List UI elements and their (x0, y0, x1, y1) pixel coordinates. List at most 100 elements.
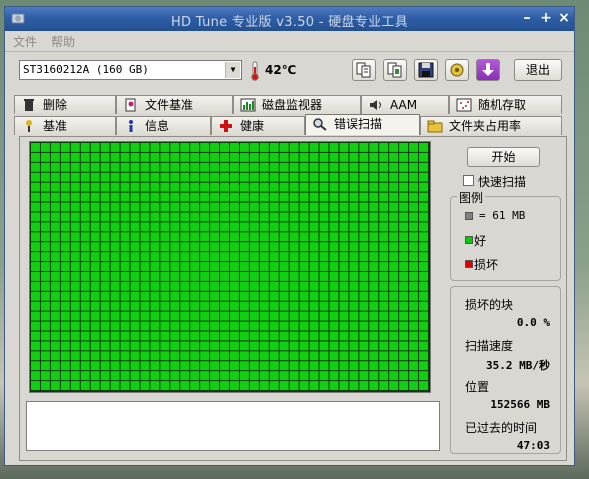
scan-block (419, 142, 429, 152)
scan-block (220, 271, 230, 281)
scan-block (249, 291, 259, 301)
download-button[interactable] (476, 59, 500, 81)
scan-block (200, 271, 210, 281)
chevron-down-icon[interactable]: ▼ (225, 62, 240, 78)
close-button[interactable]: × (556, 10, 572, 26)
scan-block (210, 291, 220, 301)
scan-block (170, 182, 180, 192)
scan-block (60, 222, 70, 232)
scan-block (309, 371, 319, 381)
scan-block (100, 371, 110, 381)
scan-block (110, 351, 120, 361)
scan-block (140, 281, 150, 291)
minimize-button[interactable]: – (519, 10, 535, 26)
scan-block (249, 271, 259, 281)
scan-block (170, 212, 180, 222)
scan-block (409, 291, 419, 301)
scan-block (200, 381, 210, 391)
tab-disk-monitor[interactable]: 磁盘监视器 (233, 95, 361, 114)
copy-text-button[interactable] (352, 59, 376, 81)
scan-block (90, 232, 100, 242)
scan-block (319, 281, 329, 291)
scan-block (130, 152, 140, 162)
scan-block (120, 281, 130, 291)
scan-block (170, 381, 180, 391)
options-button[interactable] (445, 59, 469, 81)
copy-screenshot-button[interactable] (383, 59, 407, 81)
scan-block (249, 321, 259, 331)
scan-block (249, 192, 259, 202)
tab-aam[interactable]: AAM (361, 95, 449, 114)
scan-block (269, 192, 279, 202)
drive-select[interactable]: ST3160212A (160 GB) ▼ (19, 60, 242, 80)
scan-block (399, 212, 409, 222)
scan-block (299, 321, 309, 331)
start-button[interactable]: 开始 (467, 147, 540, 167)
tab-benchmark[interactable]: 基准 (14, 116, 116, 135)
scan-block (50, 222, 60, 232)
scan-block (50, 371, 60, 381)
tab-file-benchmark[interactable]: 文件基准 (116, 95, 233, 114)
scan-block (359, 331, 369, 341)
scan-block (379, 212, 389, 222)
scan-block (80, 361, 90, 371)
tab-random-access[interactable]: 随机存取 (449, 95, 562, 114)
scan-block (160, 202, 170, 212)
scan-block (249, 252, 259, 262)
scan-block (70, 301, 80, 311)
scan-block (70, 202, 80, 212)
scan-block (399, 222, 409, 232)
scan-block (80, 172, 90, 182)
scan-block (239, 212, 249, 222)
scan-block (319, 172, 329, 182)
tab-folder-usage[interactable]: 文件夹占用率 (420, 116, 562, 135)
scan-block (140, 291, 150, 301)
scan-block (319, 222, 329, 232)
menu-file[interactable]: 文件 (13, 33, 37, 50)
scan-block (60, 311, 70, 321)
scan-block (120, 262, 130, 271)
scan-block (230, 222, 239, 232)
exit-button[interactable]: 退出 (514, 59, 562, 81)
scan-block (399, 142, 409, 152)
scan-block (349, 242, 359, 252)
menu-help[interactable]: 帮助 (51, 33, 75, 50)
scan-block (50, 202, 60, 212)
scan-block (70, 341, 80, 351)
scan-block (369, 222, 379, 232)
scan-block (130, 381, 140, 391)
scan-block (289, 281, 299, 291)
tab-health[interactable]: 健康 (211, 116, 305, 135)
damaged-blocks-label: 损坏的块 (465, 298, 514, 312)
scan-block (379, 262, 389, 271)
scan-block (389, 321, 399, 331)
scan-block (170, 341, 180, 351)
scan-block (309, 182, 319, 192)
scan-block (299, 311, 309, 321)
save-button[interactable] (414, 59, 438, 81)
scan-block (249, 182, 259, 192)
scan-block (90, 182, 100, 192)
scan-block (389, 182, 399, 192)
maximize-button[interactable]: + (538, 10, 554, 26)
scan-block (239, 162, 249, 172)
scan-block (230, 271, 239, 281)
tab-error-scan[interactable]: 错误扫描 (305, 114, 420, 135)
scan-block (30, 321, 40, 331)
scan-block (190, 321, 200, 331)
scan-block (319, 232, 329, 242)
tab-erase[interactable]: 删除 (14, 95, 116, 114)
scan-block (409, 142, 419, 152)
tab-info[interactable]: 信息 (116, 116, 211, 135)
scan-block (70, 152, 80, 162)
scan-block (60, 321, 70, 331)
scan-block (210, 331, 220, 341)
scan-block (239, 331, 249, 341)
scan-block (110, 142, 120, 152)
scan-block (170, 301, 180, 311)
scan-block (100, 222, 110, 232)
scan-block (100, 311, 110, 321)
quick-scan-checkbox[interactable] (463, 175, 474, 186)
title-bar[interactable]: HD Tune 专业版 v3.50 - 硬盘专业工具 – + × (5, 7, 574, 31)
scan-block (299, 152, 309, 162)
